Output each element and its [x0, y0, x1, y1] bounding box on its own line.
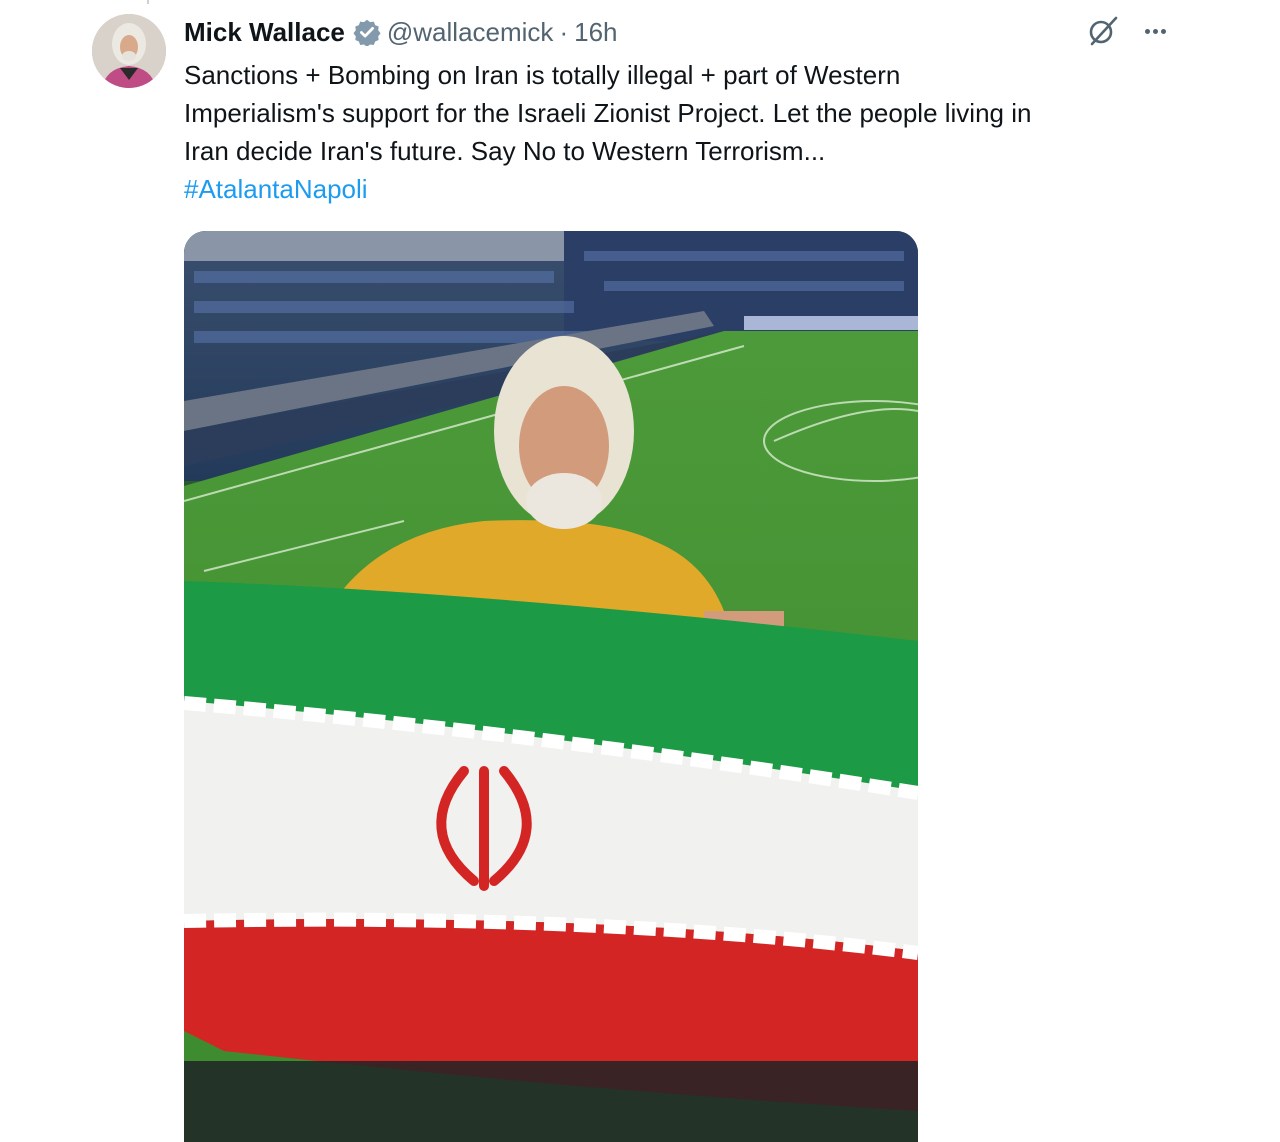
- stadium-flag-photo: [184, 231, 918, 1142]
- verified-badge-icon[interactable]: [353, 18, 381, 46]
- display-name[interactable]: Mick Wallace: [184, 17, 345, 48]
- avatar-photo: [92, 14, 166, 88]
- grok-icon[interactable]: [1086, 14, 1120, 48]
- hashtag-link[interactable]: #AtalantaNapoli: [184, 170, 1184, 208]
- tweet-text-line: Iran decide Iran's future. Say No to Wes…: [184, 136, 826, 166]
- avatar[interactable]: [92, 14, 166, 88]
- tweet-card[interactable]: Mick Wallace @wallacemick · 16h Sanction…: [0, 0, 1280, 1142]
- tweet-text-line: Sanctions + Bombing on Iran is totally i…: [184, 60, 901, 90]
- thread-line: [147, 0, 149, 4]
- tweet-text: Sanctions + Bombing on Iran is totally i…: [184, 56, 1184, 208]
- header-separator: ·: [559, 16, 569, 47]
- more-options-icon[interactable]: [1138, 14, 1172, 48]
- user-handle[interactable]: @wallacemick: [387, 17, 554, 48]
- timestamp[interactable]: 16h: [574, 17, 617, 48]
- tweet-text-line: Imperialism's support for the Israeli Zi…: [184, 98, 1032, 128]
- tweet-header: Mick Wallace @wallacemick · 16h: [184, 14, 618, 50]
- tweet-media-photo[interactable]: [184, 231, 918, 1142]
